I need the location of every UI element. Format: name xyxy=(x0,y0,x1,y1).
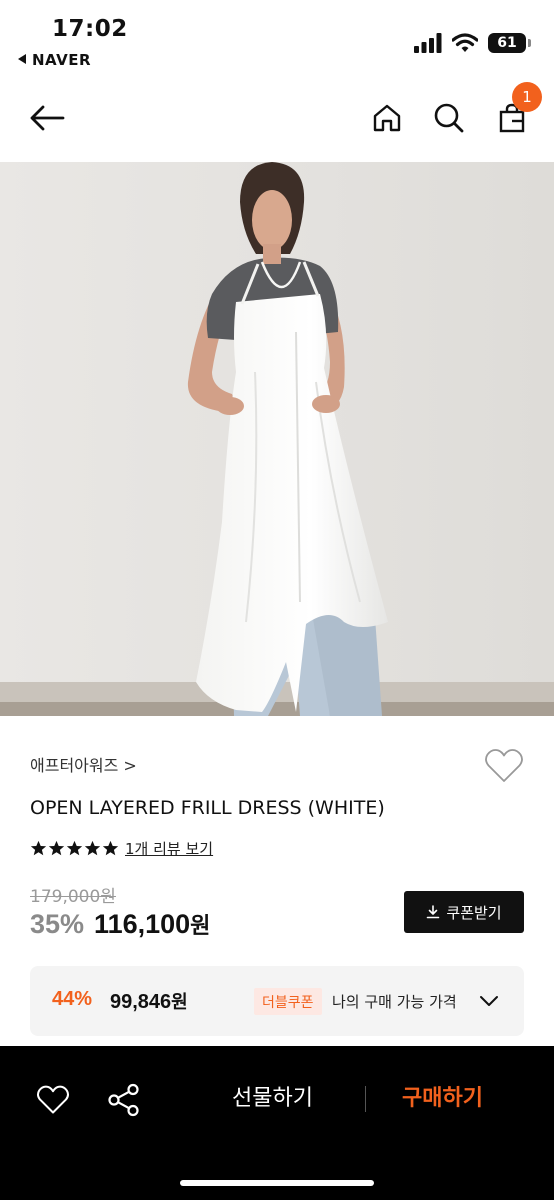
star-icon xyxy=(30,840,47,856)
star-icon xyxy=(84,840,101,856)
wishlist-button[interactable] xyxy=(484,748,524,784)
get-coupon-label: 쿠폰받기 xyxy=(446,903,502,922)
cart-button[interactable]: 1 xyxy=(490,82,542,140)
sale-price-currency: 원 xyxy=(190,913,211,938)
brand-link[interactable]: 애프터아워즈 > xyxy=(30,752,137,776)
best-price-value: 99,846 xyxy=(110,991,172,1013)
star-icon xyxy=(48,840,65,856)
bottom-divider xyxy=(365,1086,366,1112)
download-icon xyxy=(427,905,440,919)
sale-price: 116,100 xyxy=(94,909,191,939)
status-time: 17:02 xyxy=(52,16,128,42)
back-triangle-icon xyxy=(18,54,26,64)
review-link[interactable]: 1개 리뷰 보기 xyxy=(125,838,213,859)
buy-button[interactable]: 구매하기 xyxy=(402,1080,483,1112)
search-button[interactable] xyxy=(427,96,471,140)
chevron-down-icon xyxy=(480,996,498,1006)
cart-count-badge: 1 xyxy=(512,82,542,112)
share-button[interactable] xyxy=(102,1078,146,1122)
best-price-panel[interactable]: 44% 99,846원 더블쿠폰 나의 구매 가능 가격 xyxy=(30,966,524,1036)
back-button[interactable] xyxy=(25,96,69,140)
star-icon xyxy=(66,840,83,856)
signal-icon xyxy=(414,33,442,53)
back-to-app-link[interactable]: NAVER xyxy=(18,51,91,69)
star-icon xyxy=(102,840,119,856)
double-coupon-badge: 더블쿠폰 xyxy=(254,988,322,1015)
gift-button[interactable]: 선물하기 xyxy=(232,1080,313,1112)
product-image[interactable] xyxy=(0,162,554,716)
best-discount-rate: 44% xyxy=(52,988,93,1010)
home-button[interactable] xyxy=(365,96,409,140)
product-name: OPEN LAYERED FRILL DRESS (WHITE) xyxy=(30,797,385,819)
star-rating xyxy=(30,840,119,857)
back-arrow-icon xyxy=(30,105,65,131)
best-price: 99,846원 xyxy=(110,988,188,1014)
app-header: 1 xyxy=(0,78,554,162)
discount-rate: 35% xyxy=(30,909,85,939)
heart-icon xyxy=(485,749,523,782)
best-price-currency: 원 xyxy=(171,992,188,1012)
original-price: 179,000원 xyxy=(30,887,116,907)
status-bar: 17:02 NAVER 61 xyxy=(0,0,554,78)
bottom-action-bar: 선물하기 구매하기 xyxy=(0,1046,554,1200)
rating-row: 1개 리뷰 보기 xyxy=(30,838,213,859)
battery-indicator: 61 xyxy=(488,33,531,53)
back-app-label: NAVER xyxy=(32,51,92,69)
home-indicator xyxy=(180,1180,374,1186)
home-icon xyxy=(373,104,401,132)
product-photo xyxy=(0,162,554,716)
bottom-wishlist-button[interactable] xyxy=(31,1078,75,1122)
search-icon xyxy=(434,103,464,133)
share-icon xyxy=(108,1083,139,1117)
heart-icon xyxy=(36,1085,69,1114)
get-coupon-button[interactable]: 쿠폰받기 xyxy=(404,891,524,933)
status-icons: 61 xyxy=(414,33,531,53)
battery-level: 61 xyxy=(497,35,517,51)
price-row: 35% 116,100 원 xyxy=(30,908,210,940)
best-price-label: 나의 구매 가능 가격 xyxy=(332,993,457,1011)
wifi-icon xyxy=(452,33,478,52)
